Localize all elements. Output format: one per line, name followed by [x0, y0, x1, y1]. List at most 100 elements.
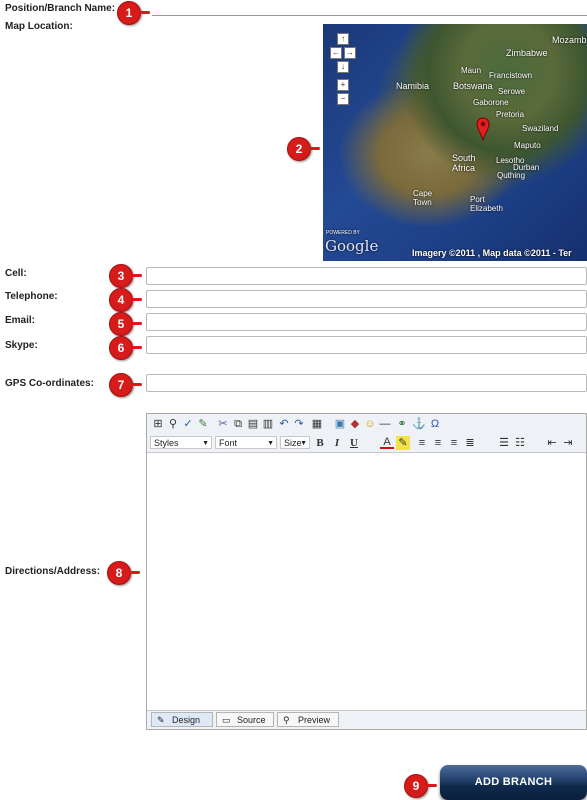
annotation-badge-7: 7	[109, 373, 142, 397]
map-location-label: Map Location:	[5, 21, 73, 32]
paste-text-icon[interactable]: ▥	[261, 417, 275, 431]
cut-icon[interactable]: ✂	[216, 417, 230, 431]
email-input[interactable]	[146, 313, 587, 331]
underline-icon[interactable]: U	[347, 436, 361, 450]
map-pin-icon	[476, 117, 490, 141]
telephone-input[interactable]	[146, 290, 587, 308]
tab-source-label: Source	[237, 715, 266, 725]
indent-icon[interactable]: ⇥	[561, 436, 575, 450]
annotation-badge-5: 5	[109, 312, 142, 336]
map-place-label: Gaborone	[473, 98, 509, 107]
map-place-label: Cape Town	[413, 189, 433, 207]
cell-input[interactable]	[146, 267, 587, 285]
map-place-label: Zimbabwe	[506, 48, 548, 58]
font-color-icon[interactable]: A	[380, 436, 394, 449]
flash-icon[interactable]: ◆	[348, 417, 362, 431]
chevron-down-icon: ▼	[202, 440, 209, 447]
map-place-label: Pretoria	[496, 110, 525, 119]
map-place-label: Serowe	[498, 87, 526, 96]
map-view[interactable]: ↑ ← → ↓ + − Zimbabwe Mozambique Namibia …	[323, 24, 587, 261]
editor-mode-bar: ✎ Design ▭ Source ⚲ Preview	[147, 710, 586, 729]
pan-right-icon[interactable]: →	[344, 47, 356, 59]
map-place-label: Namibia	[396, 81, 430, 91]
format-brush-icon[interactable]: ✎	[196, 417, 210, 431]
tab-preview-label: Preview	[298, 715, 331, 725]
special-char-icon[interactable]: Ω	[428, 417, 442, 431]
gps-coordinates-input[interactable]	[146, 374, 587, 392]
highlight-icon[interactable]: ✎	[396, 436, 410, 450]
annotation-badge-6: 6	[109, 336, 142, 360]
align-left-icon[interactable]: ≡	[415, 436, 429, 450]
design-icon: ✎	[157, 715, 165, 725]
chevron-down-icon: ▼	[267, 440, 274, 447]
fullscreen-icon[interactable]: ⊞	[151, 417, 165, 431]
annotation-badge-4: 4	[109, 288, 142, 312]
email-label: Email:	[5, 315, 36, 326]
size-dropdown-label: Size	[284, 438, 302, 448]
tab-preview[interactable]: ⚲ Preview	[277, 712, 339, 727]
tab-design-label: Design	[172, 715, 201, 725]
powered-by-label: POWERED BY	[326, 230, 360, 236]
table-icon[interactable]: ▦	[310, 417, 324, 431]
annotation-badge-8: 8	[107, 561, 140, 585]
google-logo: Google	[325, 237, 379, 255]
editor-content-area[interactable]	[147, 453, 586, 711]
redo-icon[interactable]: ↷	[292, 417, 306, 431]
smiley-icon[interactable]: ☺	[363, 417, 377, 431]
spellcheck-icon[interactable]: ✓	[181, 417, 195, 431]
tab-design[interactable]: ✎ Design	[151, 712, 213, 727]
unordered-list-icon[interactable]: ☷	[513, 436, 527, 450]
align-center-icon[interactable]: ≡	[431, 436, 445, 450]
link-icon[interactable]: ⚭	[395, 417, 409, 431]
map-place-label: Mozambique	[552, 35, 587, 45]
directions-address-label: Directions/Address:	[5, 566, 101, 577]
add-branch-button[interactable]: ADD BRANCH	[440, 765, 587, 800]
map-place-label: Maun	[461, 66, 482, 75]
anchor-icon[interactable]: ⚓	[412, 417, 426, 431]
map-place-label: Maputo	[514, 141, 541, 150]
find-replace-icon[interactable]: ⚲	[166, 417, 180, 431]
copy-icon[interactable]: ⧉	[231, 417, 245, 431]
pan-down-icon[interactable]: ↓	[337, 61, 349, 73]
chevron-down-icon: ▼	[300, 440, 307, 447]
font-dropdown-label: Font	[219, 438, 238, 448]
bold-icon[interactable]: B	[313, 436, 327, 450]
skype-input[interactable]	[146, 336, 587, 354]
annotation-badge-1: 1	[117, 1, 150, 25]
position-branch-name-label: Position/Branch Name:	[5, 3, 116, 14]
font-dropdown[interactable]: Font ▼	[215, 436, 277, 449]
map-place-label: Port Elizabeth	[470, 195, 503, 213]
position-branch-name-input[interactable]	[152, 15, 587, 16]
rich-text-editor: ⊞ ⚲ ✓ ✎ ✂ ⧉ ▤ ▥ ↶ ↷ ▦ ▣ ◆ ☺ — ⚭ ⚓ Ω Styl…	[146, 413, 587, 730]
preview-icon: ⚲	[283, 715, 290, 725]
justify-icon[interactable]: ≣	[463, 436, 477, 450]
styles-dropdown[interactable]: Styles ▼	[150, 436, 212, 449]
map-place-label: South Africa	[452, 153, 476, 173]
pan-left-icon[interactable]: ←	[330, 47, 342, 59]
size-dropdown[interactable]: Size ▼	[280, 436, 310, 449]
gps-coordinates-label: GPS Co-ordinates:	[5, 378, 94, 389]
outdent-icon[interactable]: ⇤	[545, 436, 559, 450]
tab-source[interactable]: ▭ Source	[216, 712, 274, 727]
undo-icon[interactable]: ↶	[277, 417, 291, 431]
source-icon: ▭	[222, 715, 231, 725]
image-icon[interactable]: ▣	[333, 417, 347, 431]
pan-up-icon[interactable]: ↑	[337, 33, 349, 45]
map-place-label: Botswana	[453, 81, 493, 91]
annotation-badge-9: 9	[404, 774, 437, 798]
horizontal-rule-icon[interactable]: —	[378, 417, 392, 431]
italic-icon[interactable]: I	[330, 436, 344, 450]
annotation-badge-2: 2	[287, 137, 320, 161]
zoom-out-icon[interactable]: −	[337, 93, 349, 105]
cell-label: Cell:	[5, 268, 27, 279]
map-attribution: Imagery ©2011 , Map data ©2011 - Ter	[412, 248, 572, 258]
skype-label: Skype:	[5, 340, 38, 351]
zoom-in-icon[interactable]: +	[337, 79, 349, 91]
paste-icon[interactable]: ▤	[246, 417, 260, 431]
ordered-list-icon[interactable]: ☰	[497, 436, 511, 450]
annotation-badge-3: 3	[109, 264, 142, 288]
align-right-icon[interactable]: ≡	[447, 436, 461, 450]
map-place-label: Francistown	[489, 71, 533, 80]
map-place-label: Quthing	[497, 171, 526, 180]
telephone-label: Telephone:	[5, 291, 58, 302]
